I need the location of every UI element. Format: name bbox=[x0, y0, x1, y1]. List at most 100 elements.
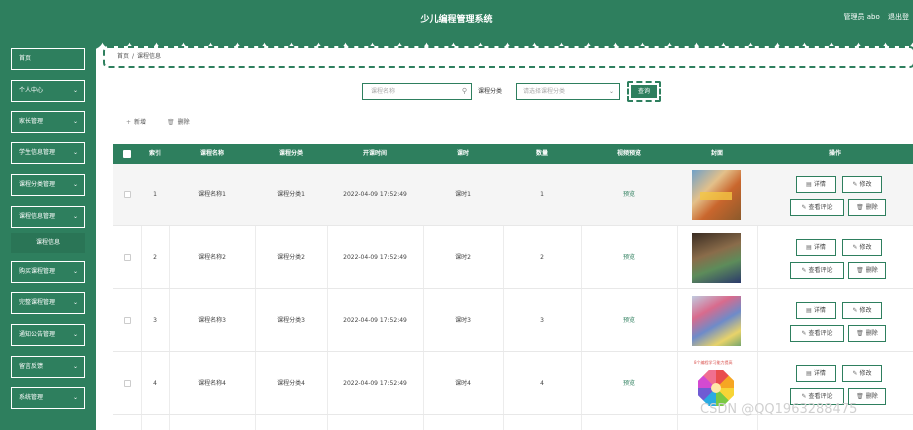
cell-name: 课程名称1 bbox=[198, 191, 226, 198]
column-header-cover: 封面 bbox=[710, 150, 723, 157]
detail-button[interactable]: ▤ 详情 bbox=[796, 239, 836, 256]
pencil-icon: ✎ bbox=[801, 330, 807, 337]
video-preview-link[interactable]: 预览 bbox=[581, 227, 677, 289]
cell-category: 课程分类1 bbox=[277, 191, 305, 198]
user-label: 管理员 abo bbox=[843, 13, 880, 21]
cell-name: 课程名称4 bbox=[198, 380, 226, 387]
cover-caption: 8个编程学习能力提高 bbox=[694, 360, 733, 365]
category-filter-label: 课程分类 bbox=[478, 88, 503, 95]
app-title: 少儿编程管理系统 bbox=[420, 15, 493, 25]
plus-icon: + bbox=[126, 119, 132, 126]
octagon-center bbox=[711, 383, 721, 393]
view-reviews-button[interactable]: ✎ 查看评论 bbox=[790, 199, 844, 216]
sidebar-item-students[interactable]: 学生信息管理 ⌄ bbox=[11, 142, 85, 164]
sidebar-item-purchases[interactable]: 购买课程管理 ⌄ bbox=[11, 261, 85, 283]
table-row: 3 课程名称3 课程分类3 2022-04-09 17:52:49 课时3 3 … bbox=[113, 290, 913, 352]
chevron-down-icon: ⌄ bbox=[72, 213, 78, 220]
pencil-icon: ✎ bbox=[801, 204, 807, 211]
document-icon: ▤ bbox=[806, 244, 812, 251]
row-checkbox[interactable] bbox=[124, 254, 131, 261]
sidebar-item-system[interactable]: 系统管理 ⌄ bbox=[11, 387, 85, 409]
sidebar-item-announcements[interactable]: 通知公告管理 ⌄ bbox=[11, 324, 85, 346]
video-preview-link[interactable]: 预览 bbox=[581, 164, 677, 226]
trash-icon: 🗑 bbox=[856, 393, 864, 400]
breadcrumb-separator: / bbox=[132, 53, 135, 60]
pencil-icon: ✎ bbox=[801, 267, 807, 274]
sidebar-subitem-course-info[interactable]: 课程信息 bbox=[11, 233, 85, 253]
edit-button[interactable]: ✎ 修改 bbox=[842, 365, 882, 382]
column-header-actions: 操作 bbox=[828, 150, 841, 157]
sidebar-item-course-categories[interactable]: 课程分类管理 ⌄ bbox=[11, 174, 85, 196]
video-preview-link[interactable]: 预览 bbox=[581, 353, 677, 415]
detail-button[interactable]: ▤ 详情 bbox=[796, 176, 836, 193]
delete-button[interactable]: 🗑 删除 bbox=[848, 325, 886, 342]
breadcrumb-current: 课程信息 bbox=[137, 53, 162, 60]
cell-quantity: 2 bbox=[540, 254, 544, 261]
edit-button[interactable]: ✎ 修改 bbox=[842, 176, 882, 193]
row-checkbox[interactable] bbox=[124, 380, 131, 387]
chevron-down-icon: ⌄ bbox=[72, 331, 78, 338]
edit-button[interactable]: ✎ 修改 bbox=[842, 302, 882, 319]
sidebar-item-parents[interactable]: 家长管理 ⌄ bbox=[11, 111, 85, 133]
sidebar: 首页 个人中心 ⌄ 家长管理 ⌄ 学生信息管理 ⌄ 课程分类管理 ⌄ 课程信息管理 ⌄ 课… bbox=[0, 40, 96, 430]
table-header: 索引 课程名称 课程分类 开课时间 课时 数量 视频预览 封面 操作 bbox=[113, 144, 913, 164]
trash-icon: 🗑 bbox=[856, 330, 864, 337]
chevron-down-icon: ⌄ bbox=[72, 363, 78, 370]
pencil-icon: ✎ bbox=[852, 370, 858, 377]
sidebar-item-home[interactable]: 首页 bbox=[11, 48, 85, 70]
cell-start-time: 2022-04-09 17:52:49 bbox=[343, 254, 407, 261]
breadcrumb-home[interactable]: 首页 bbox=[117, 53, 129, 60]
chevron-down-icon: ⌄ bbox=[72, 394, 78, 401]
cell-index: 3 bbox=[153, 317, 157, 324]
document-icon: ▤ bbox=[806, 181, 812, 188]
cell-start-time: 2022-04-09 17:52:49 bbox=[343, 191, 407, 198]
cell-index: 1 bbox=[153, 191, 157, 198]
search-icon: ⚲ bbox=[461, 87, 467, 95]
row-checkbox[interactable] bbox=[124, 317, 131, 324]
breadcrumb: 首页 / 课程信息 bbox=[103, 46, 913, 68]
detail-button[interactable]: ▤ 详情 bbox=[796, 302, 836, 319]
sidebar-item-profile[interactable]: 个人中心 ⌄ bbox=[11, 80, 85, 102]
delete-button[interactable]: 🗑 删除 bbox=[848, 262, 886, 279]
table-row: 1 课程名称1 课程分类1 2022-04-09 17:52:49 课时1 1 … bbox=[113, 164, 913, 226]
trash-icon: 🗑 bbox=[856, 267, 864, 274]
cell-category: 课程分类2 bbox=[277, 254, 305, 261]
category-select[interactable]: 请选择课程分类 ⌄ bbox=[516, 83, 620, 100]
detail-button[interactable]: ▤ 详情 bbox=[796, 365, 836, 382]
chevron-down-icon: ⌄ bbox=[72, 268, 78, 275]
logout-link[interactable]: 退出登 bbox=[888, 13, 909, 21]
column-header-start-time: 开课时间 bbox=[362, 150, 387, 157]
document-icon: ▤ bbox=[806, 370, 812, 377]
delete-selected-button[interactable]: 🗑 删除 bbox=[167, 117, 190, 126]
trash-icon: 🗑 bbox=[856, 204, 864, 211]
edit-button[interactable]: ✎ 修改 bbox=[842, 239, 882, 256]
user-area: 管理员 abo 退出登 bbox=[838, 12, 909, 22]
cell-quantity: 3 bbox=[540, 317, 544, 324]
chevron-down-icon: ⌄ bbox=[72, 149, 78, 156]
pencil-icon: ✎ bbox=[852, 244, 858, 251]
delete-button[interactable]: 🗑 删除 bbox=[848, 199, 886, 216]
cell-index: 4 bbox=[153, 380, 157, 387]
cell-quantity: 1 bbox=[540, 191, 544, 198]
query-button[interactable]: 查询 bbox=[627, 81, 661, 102]
column-header-name: 课程名称 bbox=[199, 150, 224, 157]
cell-start-time: 2022-04-09 17:52:49 bbox=[343, 380, 407, 387]
column-header-preview: 视频预览 bbox=[616, 150, 641, 157]
cell-lesson: 课时3 bbox=[455, 317, 471, 324]
sidebar-item-complete-courses[interactable]: 完整课程管理 ⌄ bbox=[11, 292, 85, 314]
view-reviews-button[interactable]: ✎ 查看评论 bbox=[790, 325, 844, 342]
sidebar-item-feedback[interactable]: 留言反馈 ⌄ bbox=[11, 356, 85, 378]
cell-quantity: 4 bbox=[540, 380, 544, 387]
cell-start-time: 2022-04-09 17:52:49 bbox=[343, 317, 407, 324]
video-preview-link[interactable]: 预览 bbox=[581, 290, 677, 352]
select-all-checkbox[interactable] bbox=[123, 150, 131, 158]
chevron-down-icon: ⌄ bbox=[72, 181, 78, 188]
trash-icon: 🗑 bbox=[167, 119, 175, 126]
cell-lesson: 课时1 bbox=[455, 191, 471, 198]
sidebar-item-course-info[interactable]: 课程信息管理 ⌄ bbox=[11, 206, 85, 228]
document-icon: ▤ bbox=[806, 307, 812, 314]
row-checkbox[interactable] bbox=[124, 191, 131, 198]
course-name-search-input[interactable]: 课程名称 ⚲ bbox=[362, 83, 472, 100]
add-button[interactable]: + 新增 bbox=[126, 117, 146, 126]
view-reviews-button[interactable]: ✎ 查看评论 bbox=[790, 262, 844, 279]
